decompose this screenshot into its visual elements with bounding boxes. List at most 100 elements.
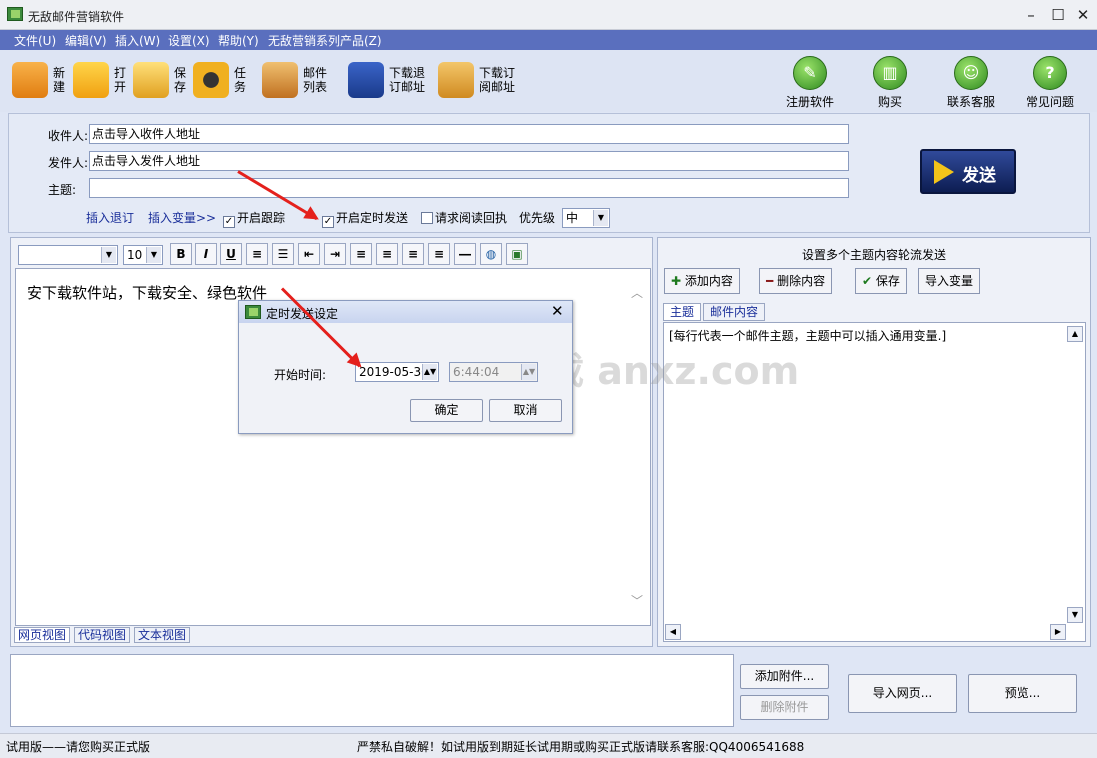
new-button[interactable]: 新 建 [12, 58, 70, 104]
bullet-list-icon[interactable]: ☰ [272, 243, 294, 265]
scroll-down-icon[interactable]: ﹀ [631, 592, 643, 609]
from-field[interactable]: 点击导入发件人地址 [89, 151, 849, 171]
app-icon [245, 305, 261, 319]
chevron-down-icon: ▼ [593, 210, 608, 226]
download-sub-button[interactable]: 下载订 阅邮址 [438, 58, 520, 104]
pencil-icon: ✎ [793, 56, 827, 90]
rss-icon [438, 62, 474, 98]
add-content-button[interactable]: ✚ 添加内容 [664, 268, 740, 294]
align-right-icon[interactable]: ≡ [402, 243, 424, 265]
image-icon[interactable]: ▣ [506, 243, 528, 265]
menu-edit[interactable]: 编辑(V) [65, 32, 107, 49]
save-toolbar-button[interactable]: 保 存 [133, 58, 191, 104]
tab-text-view[interactable]: 文本视图 [134, 627, 191, 643]
start-time-label: 开始时间: [274, 368, 327, 382]
download-arrow-icon [348, 62, 384, 98]
track-checkbox[interactable]: ✓ 开启跟踪 [223, 209, 285, 228]
menu-bar: 文件(U) 编辑(V) 插入(W) 设置(X) 帮助(Y) 无敌营销系列产品(Z… [0, 30, 1097, 50]
task-button[interactable]: 任 务 [193, 58, 251, 104]
window-title: 无敌邮件营销软件 [28, 10, 125, 24]
tab-web-view[interactable]: 网页视图 [14, 627, 71, 643]
cart-icon: ▥ [873, 56, 907, 90]
delete-content-button[interactable]: ━ 删除内容 [759, 268, 833, 294]
buy-button[interactable]: ▥ 购买 [850, 56, 930, 110]
add-attachment-button[interactable]: 添加附件... [740, 664, 829, 689]
preview-button[interactable]: 预览... [968, 674, 1077, 713]
date-picker[interactable]: 2019-05-30 ▲▼ [355, 362, 439, 382]
menu-help[interactable]: 帮助(Y) [218, 32, 259, 49]
ok-button[interactable]: 确定 [410, 399, 483, 422]
scroll-right-icon[interactable]: ▶ [1050, 624, 1066, 640]
scroll-up-icon[interactable]: ︿ [631, 284, 643, 301]
chevron-down-icon: ▼ [146, 247, 161, 263]
minus-icon: ━ [766, 274, 774, 288]
delete-attachment-button[interactable]: 删除附件 [740, 695, 829, 720]
minimize-button[interactable]: – [1018, 5, 1044, 25]
scroll-up-icon[interactable]: ▲ [1067, 326, 1083, 342]
chevron-down-icon: ▼ [101, 247, 116, 263]
people-icon: ☺ [954, 56, 988, 90]
italic-button[interactable]: I [195, 243, 217, 265]
contact-button[interactable]: ☺ 联系客服 [931, 56, 1011, 110]
status-left: 试用版——请您购买正式版 [6, 740, 151, 754]
rotation-title: 设置多个主题内容轮流发送 [801, 248, 946, 262]
font-select[interactable]: ▼ [18, 245, 118, 265]
timed-send-checkbox[interactable]: ✓ 开启定时发送 [322, 209, 408, 228]
import-webpage-button[interactable]: 导入网页... [848, 674, 957, 713]
ordered-list-icon[interactable]: ≡ [246, 243, 268, 265]
download-unsub-button[interactable]: 下载退 订邮址 [348, 58, 430, 104]
app-icon [7, 7, 23, 21]
tab-code-view[interactable]: 代码视图 [74, 627, 131, 643]
tab-mail-content[interactable]: 邮件内容 [703, 303, 766, 321]
mail-list-button[interactable]: 邮件 列表 [262, 58, 334, 104]
link-globe-icon[interactable]: ◍ [480, 243, 502, 265]
line-icon[interactable]: ― [454, 243, 476, 265]
import-var-button[interactable]: 导入变量 [918, 268, 981, 294]
priority-label: 优先级 [519, 211, 556, 225]
folder-icon [73, 62, 109, 98]
register-button[interactable]: ✎ 注册软件 [770, 56, 850, 110]
font-size-select[interactable]: 10 ▼ [123, 245, 163, 265]
align-center-icon[interactable]: ≡ [376, 243, 398, 265]
from-label: 发件人: [47, 156, 88, 170]
contacts-icon [262, 62, 298, 98]
time-picker[interactable]: 6:44:04 ▲▼ [449, 362, 538, 382]
subject-field[interactable] [89, 178, 849, 198]
status-bar: 试用版——请您购买正式版 严禁私自破解！如试用版到期延长试用期或购买正式版请联系… [0, 733, 1097, 758]
plus-icon: ✚ [671, 274, 682, 288]
menu-settings[interactable]: 设置(X) [168, 32, 210, 49]
save-icon [133, 62, 169, 98]
bold-button[interactable]: B [170, 243, 192, 265]
check-icon: ✓ [223, 216, 235, 228]
faq-button[interactable]: ? 常见问题 [1010, 56, 1090, 110]
toolbar: 新 建 打 开 保 存 任 务 邮件 列表 下载退 订邮址 下载订 阅邮址 ✎ … [0, 50, 1097, 112]
tab-subject[interactable]: 主题 [663, 303, 702, 321]
question-icon: ? [1033, 56, 1067, 90]
justify-icon[interactable]: ≡ [428, 243, 450, 265]
attachment-list[interactable] [10, 654, 734, 727]
maximize-button[interactable]: ☐ [1045, 5, 1071, 25]
save-content-button[interactable]: ✔ 保存 [855, 268, 907, 294]
outdent-icon[interactable]: ⇤ [298, 243, 320, 265]
cancel-button[interactable]: 取消 [489, 399, 562, 422]
align-left-icon[interactable]: ≡ [350, 243, 372, 265]
insert-unsub-link[interactable]: 插入退订 [86, 209, 134, 226]
to-label: 收件人: [47, 129, 88, 143]
send-button[interactable]: 发送 [920, 149, 1016, 194]
play-icon [934, 160, 954, 184]
close-button[interactable]: ✕ [1070, 5, 1096, 25]
menu-file[interactable]: 文件(U) [14, 32, 56, 49]
underline-button[interactable]: U [220, 243, 242, 265]
open-button[interactable]: 打 开 [73, 58, 131, 104]
menu-insert[interactable]: 插入(W) [115, 32, 160, 49]
scroll-left-icon[interactable]: ◀ [665, 624, 681, 640]
chevron-down-icon: ▲▼ [422, 364, 437, 380]
indent-icon[interactable]: ⇥ [324, 243, 346, 265]
insert-var-link[interactable]: 插入变量>> [148, 209, 216, 226]
menu-products[interactable]: 无敌营销系列产品(Z) [268, 32, 382, 49]
priority-select[interactable]: 中 ▼ [562, 208, 610, 228]
to-field[interactable]: 点击导入收件人地址 [89, 124, 849, 144]
read-receipt-checkbox[interactable]: 请求阅读回执 [421, 209, 507, 226]
dialog-close-icon[interactable]: ✕ [551, 302, 564, 320]
scroll-down-icon[interactable]: ▼ [1067, 607, 1083, 623]
